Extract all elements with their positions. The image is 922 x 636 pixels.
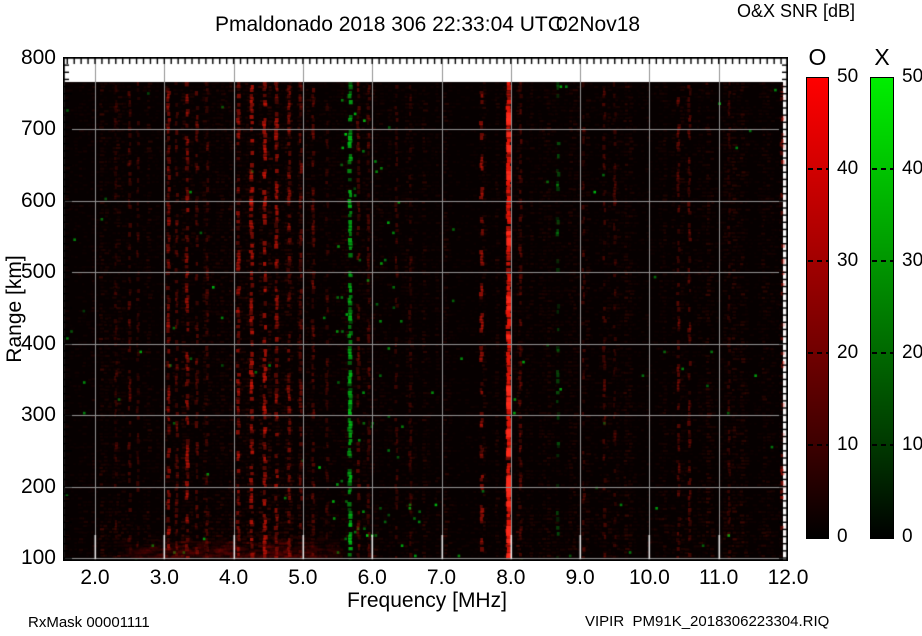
x-tick-label: 4.0 bbox=[204, 566, 264, 590]
x-tick-label: 11.0 bbox=[689, 566, 749, 590]
colorbar-tick-dash bbox=[872, 444, 894, 446]
x-tick-label: 10.0 bbox=[619, 566, 679, 590]
ionogram-heatmap bbox=[63, 57, 788, 561]
colorbar-title: O&X SNR [dB] bbox=[737, 1, 855, 22]
colorbar-tick-label: 0 bbox=[837, 526, 848, 548]
x-tick-label: 3.0 bbox=[134, 566, 194, 590]
x-tick-label: 7.0 bbox=[412, 566, 472, 590]
colorbar-tick-label: 20 bbox=[837, 342, 858, 364]
colorbar-tick-label: 50 bbox=[902, 66, 922, 88]
y-axis-title: Range [km] bbox=[3, 255, 27, 362]
colorbar-tick-dash bbox=[808, 260, 829, 262]
colorbar-tick-label: 20 bbox=[902, 342, 922, 364]
y-tick-label: 700 bbox=[4, 117, 56, 141]
colorbar-tick-dash bbox=[872, 168, 894, 170]
x-tick-label: 2.0 bbox=[65, 566, 125, 590]
colorbar-X-label: X bbox=[874, 44, 889, 71]
page-date: 02Nov18 bbox=[556, 13, 640, 37]
data-file-label: VIPIR PM91K_2018306223304.RIQ bbox=[585, 613, 829, 630]
colorbar-tick-label: 50 bbox=[837, 66, 858, 88]
colorbar-tick-label: 40 bbox=[902, 158, 922, 180]
colorbar-tick-label: 30 bbox=[902, 250, 922, 272]
y-tick-label: 600 bbox=[4, 189, 56, 213]
rxmask-label: RxMask 00001111 bbox=[28, 614, 150, 631]
x-tick-label: 9.0 bbox=[550, 566, 610, 590]
colorbar-tick-dash bbox=[872, 352, 894, 354]
ionogram-page: Pmaldonado 2018 306 22:33:04 UTC 02Nov18… bbox=[0, 0, 922, 636]
x-axis-title: Frequency [MHz] bbox=[347, 589, 507, 613]
x-tick-label: 12.0 bbox=[758, 566, 818, 590]
colorbar-tick-label: 10 bbox=[837, 434, 858, 456]
page-title: Pmaldonado 2018 306 22:33:04 UTC bbox=[215, 13, 563, 37]
x-tick-label: 8.0 bbox=[481, 566, 541, 590]
colorbar-tick-label: 30 bbox=[837, 250, 858, 272]
colorbar-O bbox=[806, 77, 829, 539]
colorbar-tick-dash bbox=[808, 352, 829, 354]
y-tick-label: 800 bbox=[4, 46, 56, 70]
colorbar-tick-label: 40 bbox=[837, 158, 858, 180]
colorbar-tick-dash bbox=[808, 444, 829, 446]
colorbar-X bbox=[870, 77, 894, 539]
y-tick-label: 200 bbox=[4, 475, 56, 499]
colorbar-tick-label: 0 bbox=[902, 526, 913, 548]
y-tick-label: 300 bbox=[4, 403, 56, 427]
x-tick-label: 6.0 bbox=[342, 566, 402, 590]
x-tick-label: 5.0 bbox=[273, 566, 333, 590]
colorbar-tick-dash bbox=[872, 260, 894, 262]
colorbar-tick-label: 10 bbox=[902, 434, 922, 456]
colorbar-tick-dash bbox=[808, 168, 829, 170]
y-tick-label: 100 bbox=[4, 546, 56, 570]
colorbar-O-label: O bbox=[809, 44, 827, 71]
